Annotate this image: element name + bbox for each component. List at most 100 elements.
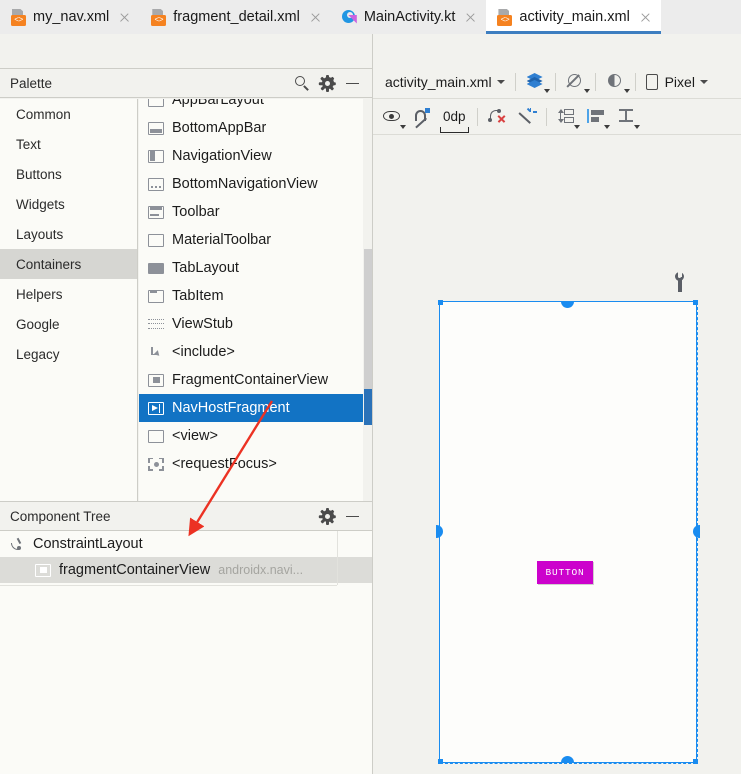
- palette-item-bottomnavigationview[interactable]: BottomNavigationView: [139, 170, 363, 198]
- palette-item-label: ViewStub: [172, 316, 233, 332]
- device-preview-frame[interactable]: BUTTON: [439, 301, 697, 763]
- palette-category-buttons[interactable]: Buttons: [0, 159, 137, 189]
- guidelines-button[interactable]: [611, 99, 641, 134]
- constraint-anchor-bottom[interactable]: [561, 756, 574, 763]
- gear-icon[interactable]: [320, 509, 335, 524]
- palette-item-appbarlayout[interactable]: AppBarLayout: [139, 99, 363, 114]
- palette-body: Common Text Buttons Widgets Layouts Cont…: [0, 99, 372, 501]
- file-selector[interactable]: activity_main.xml: [373, 65, 511, 98]
- design-editor-column: activity_main.xml Pixel: [372, 34, 741, 774]
- palette-item-label: MaterialToolbar: [172, 232, 271, 248]
- editor-tab-label: MainActivity.kt: [364, 9, 456, 25]
- align-button[interactable]: [581, 99, 611, 134]
- palette-scrollbar-position-marker: [364, 389, 372, 425]
- palette-component-list[interactable]: AppBarLayout BottomAppBar NavigationView: [139, 99, 363, 501]
- palette-category-google[interactable]: Google: [0, 309, 137, 339]
- palette-item-materialtoolbar[interactable]: MaterialToolbar: [139, 226, 363, 254]
- close-icon[interactable]: [464, 11, 477, 24]
- close-icon[interactable]: [639, 11, 652, 24]
- default-margin-icon: [440, 127, 469, 133]
- autoconnect-button[interactable]: [407, 99, 436, 134]
- palette-category-label: Legacy: [16, 347, 60, 362]
- include-icon: [147, 345, 165, 360]
- navhostfragment-icon: [147, 401, 165, 416]
- palette-item-label: FragmentContainerView: [172, 372, 328, 388]
- tree-row-constraintlayout[interactable]: ConstraintLayout: [0, 531, 372, 557]
- palette-item-bottomappbar[interactable]: BottomAppBar: [139, 114, 363, 142]
- palette-item-label: <view>: [172, 428, 218, 444]
- design-mode-button[interactable]: [520, 65, 551, 98]
- palette-item-fragmentcontainerview[interactable]: FragmentContainerView: [139, 366, 363, 394]
- default-margin-button[interactable]: 0dp: [440, 99, 469, 134]
- search-icon[interactable]: [295, 76, 310, 91]
- xml-file-icon: <>: [150, 9, 167, 26]
- resize-handle-bottom-right[interactable]: [693, 759, 698, 764]
- left-tool-column: Palette Common Text Buttons Widgets Layo…: [0, 34, 372, 774]
- constraint-anchor-top[interactable]: [561, 301, 574, 308]
- orientation-button[interactable]: [560, 65, 591, 98]
- gear-icon[interactable]: [320, 76, 335, 91]
- palette-item-navhostfragment[interactable]: NavHostFragment: [139, 394, 363, 422]
- palette-category-text[interactable]: Text: [0, 129, 137, 159]
- palette-category-legacy[interactable]: Legacy: [0, 339, 137, 369]
- clear-constraints-button[interactable]: [482, 99, 512, 134]
- palette-item-tablayout[interactable]: TabLayout: [139, 254, 363, 282]
- constraint-anchor-right[interactable]: [693, 525, 700, 538]
- palette-item-include[interactable]: <include>: [139, 338, 363, 366]
- palette-item-navigationview[interactable]: NavigationView: [139, 142, 363, 170]
- palette-item-label: AppBarLayout: [172, 99, 264, 108]
- constraint-anchor-left[interactable]: [436, 525, 443, 538]
- autoconnect-magnet-icon: [413, 108, 430, 125]
- minimize-icon[interactable]: [345, 509, 360, 524]
- bottomnavigationview-icon: [147, 177, 165, 192]
- editor-tab-activity-main[interactable]: <> activity_main.xml: [486, 0, 660, 34]
- palette-item-label: Toolbar: [172, 204, 220, 220]
- chevron-down-icon: [400, 125, 406, 129]
- palette-item-label: BottomAppBar: [172, 120, 266, 136]
- device-selector[interactable]: Pixel: [640, 65, 714, 98]
- palette-category-helpers[interactable]: Helpers: [0, 279, 137, 309]
- palette-scrollbar-thumb[interactable]: [364, 249, 372, 409]
- editor-tab-label: fragment_detail.xml: [173, 9, 300, 25]
- component-tree-actions: [320, 509, 372, 524]
- toolbar-separator: [546, 108, 547, 126]
- resize-handle-bottom-left[interactable]: [438, 759, 443, 764]
- appbarlayout-icon: [147, 99, 165, 108]
- infer-constraints-icon: [518, 108, 536, 125]
- tree-row-label: fragmentContainerView: [59, 562, 210, 578]
- palette-category-common[interactable]: Common: [0, 99, 137, 129]
- theme-button[interactable]: [600, 65, 631, 98]
- infer-constraints-button[interactable]: [512, 99, 542, 134]
- editor-tab-main-activity[interactable]: MainActivity.kt: [331, 0, 487, 34]
- preview-button[interactable]: BUTTON: [537, 561, 593, 584]
- view-options-button[interactable]: [373, 99, 407, 134]
- pack-button[interactable]: [551, 99, 581, 134]
- editor-tab-fragment-detail[interactable]: <> fragment_detail.xml: [140, 0, 331, 34]
- palette-item-toolbar[interactable]: Toolbar: [139, 198, 363, 226]
- toolbar-separator: [595, 73, 596, 91]
- palette-item-tabitem[interactable]: TabItem: [139, 282, 363, 310]
- palette-item-view[interactable]: <view>: [139, 422, 363, 450]
- xml-file-icon: <>: [496, 9, 513, 26]
- resize-handle-top-right[interactable]: [693, 300, 698, 305]
- palette-item-viewstub[interactable]: ViewStub: [139, 310, 363, 338]
- palette-item-requestfocus[interactable]: <requestFocus>: [139, 450, 363, 478]
- tree-row-fragmentcontainerview[interactable]: fragmentContainerView androidx.navi...: [0, 557, 372, 583]
- pack-icon: [557, 108, 575, 125]
- palette-category-layouts[interactable]: Layouts: [0, 219, 137, 249]
- design-canvas[interactable]: BUTTON: [373, 135, 741, 774]
- component-tree-header: Component Tree: [0, 501, 372, 531]
- fragmentcontainerview-icon: [34, 563, 52, 578]
- minimize-icon[interactable]: [345, 76, 360, 91]
- wrench-icon[interactable]: [673, 272, 686, 292]
- close-icon[interactable]: [309, 11, 322, 24]
- close-icon[interactable]: [118, 11, 131, 24]
- palette-category-widgets[interactable]: Widgets: [0, 189, 137, 219]
- chevron-down-icon: [700, 80, 708, 84]
- align-icon: [587, 108, 605, 125]
- resize-handle-top-left[interactable]: [438, 300, 443, 305]
- palette-category-containers[interactable]: Containers: [0, 249, 137, 279]
- kotlin-file-icon: [341, 9, 358, 26]
- editor-tab-my-nav[interactable]: <> my_nav.xml: [0, 0, 140, 34]
- palette-category-label: Buttons: [16, 167, 62, 182]
